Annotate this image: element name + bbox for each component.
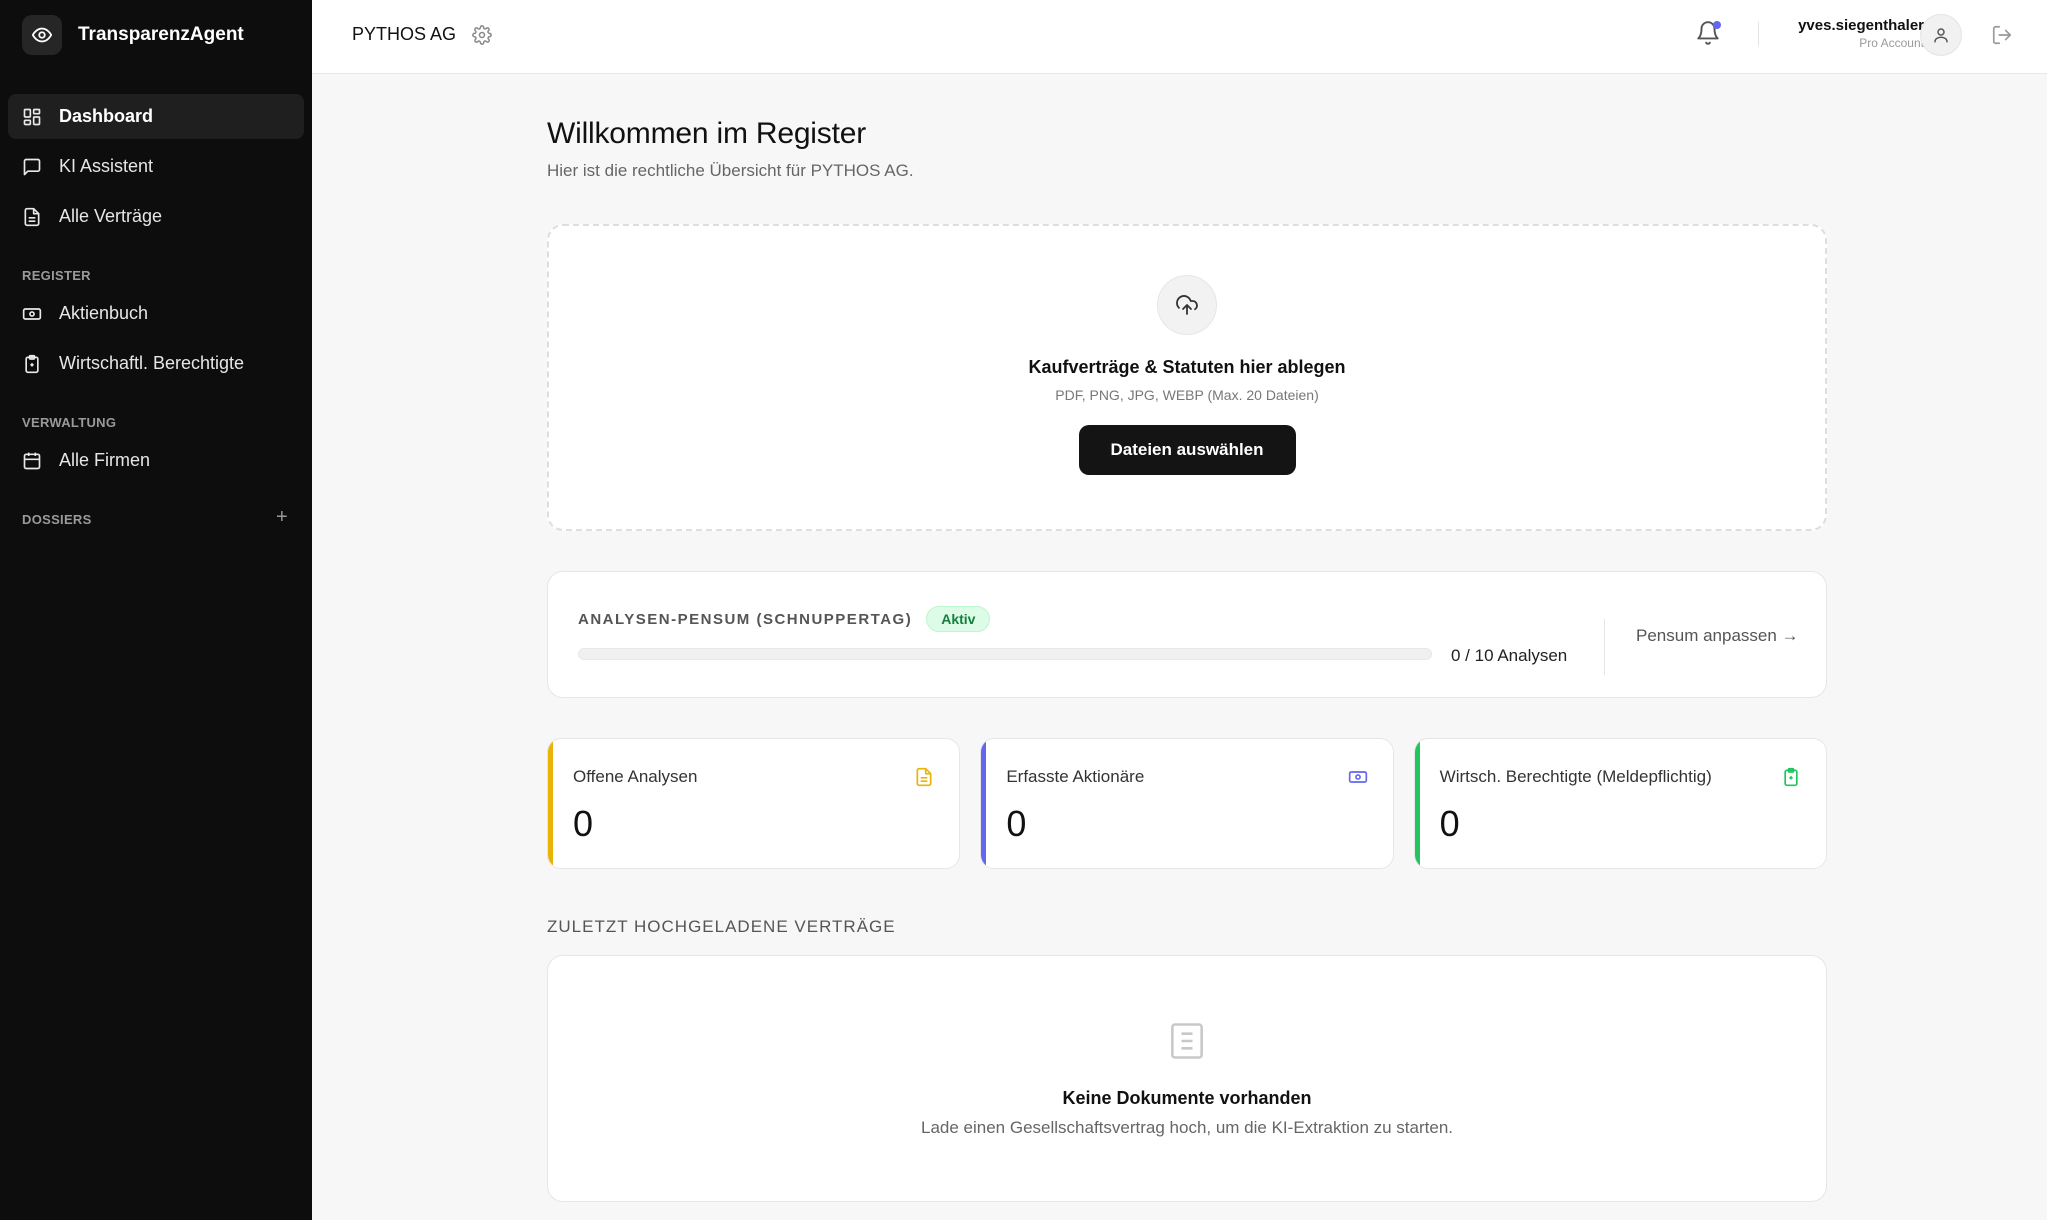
sidebar-item-aktienbuch[interactable]: Aktienbuch xyxy=(8,291,304,336)
stat-card-offene-analysen[interactable]: Offene Analysen 0 xyxy=(547,738,961,869)
dropzone-title: Kaufverträge & Statuten hier ablegen xyxy=(1028,357,1346,377)
stat-accent xyxy=(548,739,553,868)
upload-dropzone[interactable]: Kaufverträge & Statuten hier ablegen PDF… xyxy=(547,224,1827,531)
section-label-register: REGISTER xyxy=(22,268,91,283)
stat-card-wirtsch-berechtigte[interactable]: Wirtsch. Berechtigte (Meldepflichtig) 0 xyxy=(1413,738,1827,869)
sidebar-item-label: Dashboard xyxy=(59,106,154,126)
stat-accent xyxy=(981,739,987,868)
sidebar-item-label: Alle Verträge xyxy=(59,206,163,226)
add-dossier-button[interactable]: + xyxy=(276,507,288,527)
sidebar-item-label: Wirtschaftl. Berechtigte xyxy=(59,353,245,373)
sidebar-nav: Dashboard KI Assistent Alle Verträge REG… xyxy=(0,70,312,535)
page-title: Willkommen im Register xyxy=(547,117,866,150)
dropzone-subtitle: PDF, PNG, JPG, WEBP (Max. 20 Dateien) xyxy=(1055,387,1319,403)
section-label-dossiers: DOSSIERS + xyxy=(8,491,304,535)
file-text-icon xyxy=(24,207,40,226)
user-info[interactable]: yves.siegenthaler Pro Account xyxy=(1772,17,1924,50)
sidebar-item-alle-vertraege[interactable]: Alle Verträge xyxy=(8,194,304,239)
stats-row: Offene Analysen 0 Erfasste Aktionäre 0 W… xyxy=(547,738,1827,869)
dashboard-icon xyxy=(23,108,41,125)
recent-contracts-card: Keine Dokumente vorhanden Lade einen Ges… xyxy=(547,955,1827,1202)
stat-label: Erfasste Aktionäre xyxy=(1006,767,1145,786)
divider xyxy=(1758,22,1759,46)
stat-value: 0 xyxy=(573,803,594,844)
stat-value: 0 xyxy=(1006,803,1027,844)
quota-card: ANALYSEN-PENSUM (SCHNUPPERTAG) Aktiv 0 /… xyxy=(547,571,1827,698)
stat-label: Offene Analysen xyxy=(573,767,698,786)
sidebar: TransparenzAgent Dashboard KI Assistent … xyxy=(0,0,312,1220)
section-label-verwaltung: VERWALTUNG xyxy=(22,415,117,430)
gear-icon[interactable] xyxy=(472,24,492,45)
sidebar-item-alle-firmen[interactable]: Alle Firmen xyxy=(8,438,304,483)
section-label-text: DOSSIERS xyxy=(22,512,92,527)
sidebar-item-dashboard[interactable]: Dashboard xyxy=(8,94,304,139)
company-name: PYTHOS AG xyxy=(352,24,457,44)
recent-contracts-heading: ZULETZT HOCHGELADENE VERTRÄGE xyxy=(547,917,896,936)
topbar: PYTHOS AG yves.siegenthaler Pro Account xyxy=(312,0,2047,74)
document-icon xyxy=(914,767,934,792)
quota-progress-bar xyxy=(578,648,1432,660)
clipboard-icon xyxy=(1781,767,1801,792)
notifications-button[interactable] xyxy=(1695,20,1721,51)
sidebar-item-label: KI Assistent xyxy=(59,156,154,176)
select-files-button[interactable]: Dateien auswählen xyxy=(1078,425,1296,475)
logout-button[interactable] xyxy=(1991,24,2013,51)
user-plan: Pro Account xyxy=(1859,36,1924,50)
quota-label: ANALYSEN-PENSUM (SCHNUPPERTAG) Aktiv xyxy=(578,606,991,632)
sidebar-item-wirtschaftl-berechtigte[interactable]: Wirtschaftl. Berechtigte xyxy=(8,341,304,386)
user-icon xyxy=(1934,28,1948,43)
sidebar-item-label: Alle Firmen xyxy=(59,450,151,470)
upload-cloud-icon xyxy=(1157,275,1217,335)
stat-accent xyxy=(1414,739,1420,868)
brand-name: TransparenzAgent xyxy=(78,24,244,45)
logout-icon xyxy=(1992,25,2012,45)
notification-dot xyxy=(1713,21,1721,29)
stat-value: 0 xyxy=(1439,803,1460,844)
user-name: yves.siegenthaler xyxy=(1798,17,1924,34)
brand[interactable]: TransparenzAgent xyxy=(0,0,312,70)
quota-label-text: ANALYSEN-PENSUM (SCHNUPPERTAG) xyxy=(578,610,913,628)
company-selector[interactable]: PYTHOS AG xyxy=(352,24,492,45)
banknote-icon xyxy=(1348,767,1368,792)
eye-icon xyxy=(22,15,62,55)
status-badge: Aktiv xyxy=(926,606,991,632)
banknote-icon xyxy=(22,307,42,320)
page-subtitle: Hier ist die rechtliche Übersicht für PY… xyxy=(547,161,914,180)
calendar-icon xyxy=(23,452,41,469)
stat-card-erfasste-aktionaere[interactable]: Erfasste Aktionäre 0 xyxy=(980,738,1394,869)
stat-label: Wirtsch. Berechtigte (Meldepflichtig) xyxy=(1439,767,1712,786)
document-placeholder-icon xyxy=(1165,1019,1209,1068)
chat-icon xyxy=(23,158,41,175)
empty-state-subtitle: Lade einen Gesellschaftsvertrag hoch, um… xyxy=(921,1118,1453,1137)
clipboard-icon xyxy=(25,354,39,373)
sidebar-item-ki-assistent[interactable]: KI Assistent xyxy=(8,144,304,189)
quota-count: 0 / 10 Analysen xyxy=(1451,646,1568,665)
avatar[interactable] xyxy=(1920,14,1962,56)
empty-state-title: Keine Dokumente vorhanden xyxy=(1062,1088,1312,1108)
sidebar-item-label: Aktienbuch xyxy=(59,303,149,323)
main-content: Willkommen im Register Hier ist die rech… xyxy=(547,74,1827,1202)
adjust-quota-link[interactable]: Pensum anpassen → xyxy=(1636,626,1799,646)
divider xyxy=(1604,619,1605,675)
